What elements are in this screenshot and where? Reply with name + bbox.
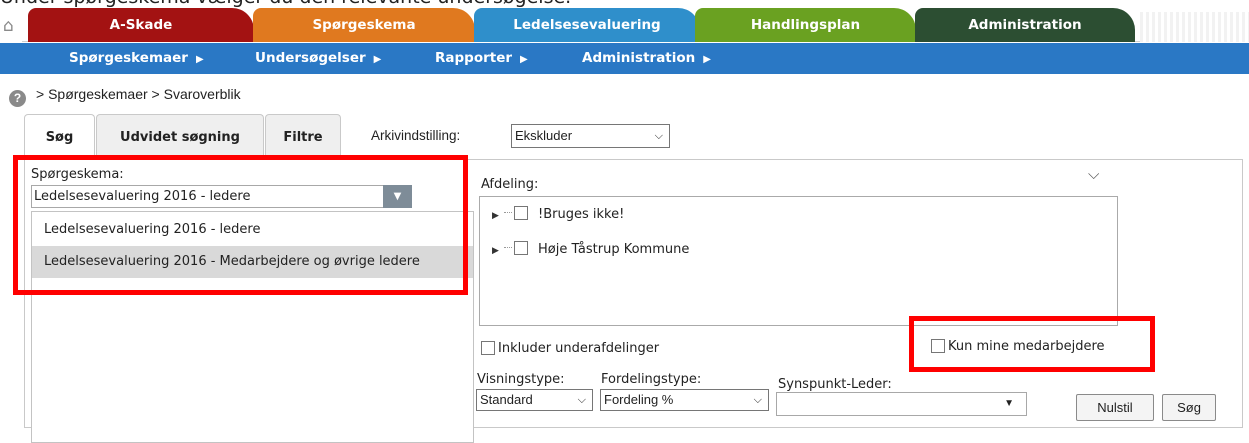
home-button[interactable]: ⌂ (0, 8, 22, 42)
search-button[interactable]: Søg (1162, 394, 1216, 421)
highlight-box-only-mine (909, 316, 1155, 372)
chevron-down-icon: ⌵ (577, 394, 586, 406)
department-tree: ▶ !Bruges ikke! ▶ Høje Tåstrup Kommune (479, 196, 1118, 326)
subnav-undersoegelser[interactable]: Undersøgelser ▶ (255, 43, 381, 74)
chevron-down-icon: ⌵ (753, 394, 762, 406)
view-type-value: Standard (480, 392, 533, 407)
chevron-down-icon: ⌵ (654, 130, 663, 142)
subnav-label: Rapporter (435, 50, 513, 66)
include-sub-checkbox[interactable] (481, 341, 495, 355)
view-type-select[interactable]: Standard ⌵ (476, 389, 593, 411)
sub-navigation: Spørgeskemaer ▶ Undersøgelser ▶ Rapporter ▶… (0, 43, 1249, 74)
view-type-label: Visningstype: (477, 372, 565, 387)
dist-type-select[interactable]: Fordeling % ⌵ (600, 389, 769, 411)
tab-udvidet-soegning[interactable]: Udvidet søgning (96, 114, 264, 159)
caret-right-icon: ▶ (195, 54, 204, 65)
caret-right-icon: ▶ (520, 54, 528, 65)
tab-filtre[interactable]: Filtre (265, 114, 341, 159)
dist-type-label: Fordelingstype: (601, 372, 702, 387)
collapse-chevron-icon[interactable]: ⌵ (1088, 165, 1099, 183)
subnav-label: Administration (582, 50, 696, 66)
home-icon: ⌂ (3, 16, 14, 36)
archive-value: Ekskluder (515, 128, 573, 143)
subnav-administration[interactable]: Administration ▶ (582, 43, 711, 74)
tree-checkbox[interactable] (514, 206, 528, 220)
tab-a-skade[interactable]: A-Skade (28, 8, 254, 42)
subnav-label: Undersøgelser (255, 50, 366, 66)
dist-type-value: Fordeling % (604, 392, 674, 407)
tree-node[interactable]: ▶ !Bruges ikke! (492, 205, 624, 225)
reset-button[interactable]: Nulstil (1076, 394, 1154, 421)
subnav-spoergeskemaer[interactable]: Spørgeskemaer ▶ (69, 43, 204, 74)
help-icon[interactable]: ? (9, 90, 26, 107)
top-tab-bar: ⌂ A-Skade Spørgeskema Ledelsesevaluering… (0, 8, 1249, 42)
expand-icon[interactable]: ▶ (492, 241, 504, 261)
tab-administration[interactable]: Administration (915, 8, 1135, 42)
archive-label: Arkivindstilling: (371, 128, 461, 143)
caption-text: Under spørgeskema vælger du den relevant… (0, 0, 571, 8)
tab-handlingsplan[interactable]: Handlingsplan (695, 8, 916, 42)
tree-checkbox[interactable] (514, 241, 528, 255)
tree-node-label: !Bruges ikke! (538, 207, 625, 222)
breadcrumb-text: > Spørgeskemaer > Svaroverblik (36, 86, 241, 102)
breadcrumb: ? > Spørgeskemaer > Svaroverblik (9, 83, 241, 107)
archive-select[interactable]: Ekskluder ⌵ (511, 124, 670, 148)
tab-spoergeskema[interactable]: Spørgeskema (253, 8, 475, 42)
highlight-box-questionnaire (13, 155, 468, 295)
tab-bar-filler (1140, 12, 1249, 42)
tab-soeg[interactable]: Søg (24, 114, 95, 160)
tab-ledelsesevaluering[interactable]: Ledelsesevaluering (474, 8, 700, 42)
include-sub-label: Inkluder underafdelinger (498, 341, 660, 356)
leader-select[interactable]: ▼ (776, 392, 1027, 416)
caret-right-icon: ▶ (373, 54, 382, 65)
subnav-rapporter[interactable]: Rapporter ▶ (435, 43, 528, 74)
department-label: Afdeling: (481, 177, 539, 192)
expand-icon[interactable]: ▶ (492, 206, 504, 226)
leader-label: Synspunkt-Leder: (778, 377, 892, 392)
caret-right-icon: ▶ (703, 54, 711, 65)
tree-connector (504, 212, 512, 213)
dropdown-arrow-icon: ▼ (1004, 398, 1014, 409)
tree-node-label: Høje Tåstrup Kommune (538, 242, 690, 257)
tree-connector (504, 247, 512, 248)
tree-node[interactable]: ▶ Høje Tåstrup Kommune (492, 240, 689, 260)
subnav-label: Spørgeskemaer (69, 50, 188, 66)
include-sub-checkbox-row[interactable]: Inkluder underafdelinger (481, 340, 659, 358)
